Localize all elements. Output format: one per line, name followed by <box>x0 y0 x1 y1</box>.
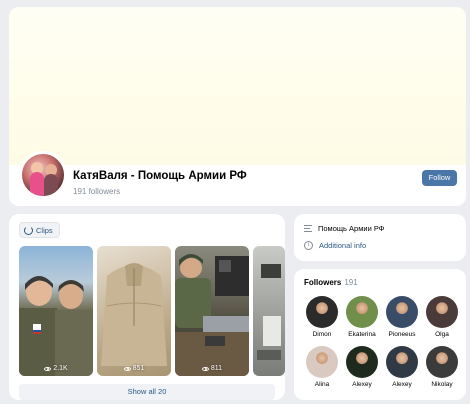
follower-avatar[interactable] <box>426 296 458 328</box>
follower-item[interactable]: Alina <box>302 346 342 388</box>
eye-icon <box>44 366 52 371</box>
cover-image <box>9 7 466 165</box>
followers-section: Followers 191 Dimon Ekaterina Pioneeus Olga A… <box>294 269 466 400</box>
follower-name[interactable]: Pioneeus <box>382 331 422 338</box>
follower-avatar[interactable] <box>306 346 338 378</box>
followers-title-label: Followers <box>304 278 342 287</box>
clip-views: 811 <box>175 365 249 372</box>
follower-avatar[interactable] <box>386 346 418 378</box>
follower-item[interactable]: Ekaterina <box>342 296 382 338</box>
follower-name[interactable]: Ekaterina <box>342 331 382 338</box>
clip-image <box>257 264 281 360</box>
followers-count[interactable]: 191 followers <box>73 187 120 196</box>
group-header: КатяВаля - Помощь Армии РФ 191 followers… <box>9 7 466 206</box>
clip-thumbnail[interactable]: 851 <box>97 246 171 376</box>
clip-views-count: 2.1K <box>53 365 68 372</box>
clip-image <box>19 276 93 376</box>
follower-avatar[interactable] <box>306 296 338 328</box>
clip-views: 2.1K <box>19 365 93 372</box>
tab-clips-label: Clips <box>36 225 53 235</box>
follower-avatar[interactable] <box>426 346 458 378</box>
eye-icon <box>123 366 131 371</box>
description-row: Помощь Армии РФ <box>304 224 384 233</box>
follower-item[interactable]: Alexey <box>382 346 422 388</box>
description-text: Помощь Армии РФ <box>318 224 385 233</box>
clip-thumbnail[interactable] <box>253 246 285 376</box>
follower-item[interactable]: Dimon <box>302 296 342 338</box>
additional-info-label: Additional info <box>319 241 367 250</box>
follower-avatar[interactable] <box>346 346 378 378</box>
clip-image <box>175 254 249 376</box>
follower-name[interactable]: Dimon <box>302 331 342 338</box>
additional-info-link[interactable]: i Additional info <box>304 241 366 250</box>
show-all-clips-button[interactable]: Show all 20 <box>19 384 275 400</box>
follower-item[interactable]: Nikolay <box>422 346 462 388</box>
followers-title[interactable]: Followers 191 <box>304 278 358 287</box>
clip-views-count: 811 <box>210 365 223 372</box>
follower-name[interactable]: Alina <box>302 381 342 388</box>
follower-item[interactable]: Pioneeus <box>382 296 422 338</box>
info-icon: i <box>304 241 313 250</box>
clip-thumbnail[interactable]: 811 <box>175 246 249 376</box>
follower-name[interactable]: Nikolay <box>422 381 462 388</box>
eye-icon <box>201 366 209 371</box>
follower-avatar[interactable] <box>386 296 418 328</box>
clip-image <box>101 263 167 366</box>
group-name[interactable]: КатяВаля - Помощь Армии РФ <box>73 170 247 182</box>
info-section: Помощь Армии РФ i Additional info <box>294 214 466 261</box>
follower-item[interactable]: Alexey <box>342 346 382 388</box>
follower-name[interactable]: Olga <box>422 331 462 338</box>
followers-title-count: 191 <box>344 278 358 287</box>
clip-views-count: 851 <box>132 365 145 372</box>
clips-icon <box>24 225 33 235</box>
follow-button[interactable]: Follow <box>422 170 457 186</box>
avatar[interactable] <box>19 151 67 199</box>
clips-section: Clips 2.1K 851 811 Show all 20 <box>9 214 285 400</box>
clip-thumbnail[interactable]: 2.1K <box>19 246 93 376</box>
clip-views: 851 <box>97 365 171 372</box>
follower-item[interactable]: Olga <box>422 296 462 338</box>
follower-name[interactable]: Alexey <box>342 381 382 388</box>
follower-name[interactable]: Alexey <box>382 381 422 388</box>
tab-clips[interactable]: Clips <box>19 222 60 238</box>
follower-avatar[interactable] <box>346 296 378 328</box>
description-icon <box>304 225 312 232</box>
